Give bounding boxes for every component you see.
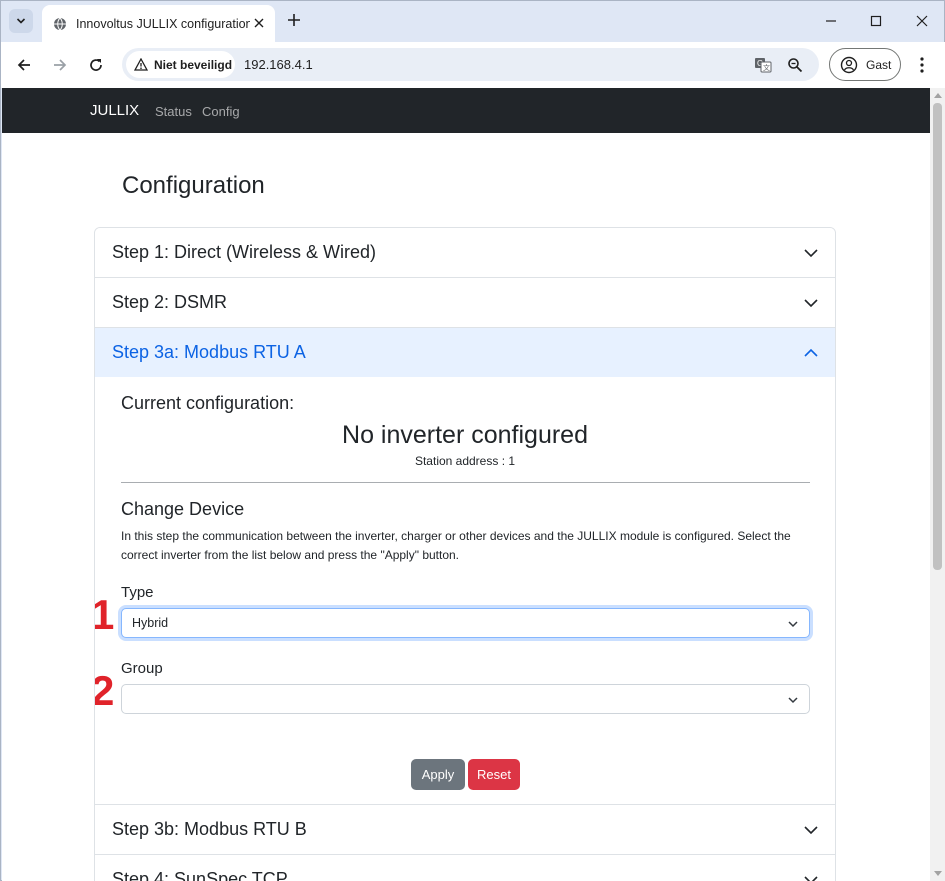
back-button[interactable]: [11, 52, 37, 78]
chevron-down-icon: [788, 621, 798, 628]
tab-title: Innovoltus JULLIX configuration: [76, 16, 250, 31]
reload-icon: [90, 59, 102, 71]
config-accordion: Step 1: Direct (Wireless & Wired) Step 2…: [94, 227, 836, 881]
close-tab-icon[interactable]: [251, 15, 267, 31]
chevron-down-icon: [804, 249, 818, 258]
accordion-item-step4: Step 4: SunSpec TCP: [95, 855, 835, 881]
type-select[interactable]: Hybrid: [121, 608, 810, 638]
page-scrollbar[interactable]: [930, 88, 945, 881]
globe-icon: [53, 17, 67, 31]
profile-button[interactable]: Gast: [829, 48, 901, 81]
accordion-item-step3a: Step 3a: Modbus RTU A Current configurat…: [95, 328, 835, 805]
accordion-item-step1: Step 1: Direct (Wireless & Wired): [95, 228, 835, 278]
security-chip[interactable]: Niet beveiligd: [126, 51, 235, 78]
forward-button[interactable]: [47, 52, 73, 78]
new-tab-button[interactable]: [284, 10, 304, 30]
arrow-right-icon: [54, 59, 67, 71]
reset-button[interactable]: Reset: [468, 759, 520, 790]
accordion-header-step4[interactable]: Step 4: SunSpec TCP: [95, 855, 835, 881]
annotation-marker-2: 2: [95, 667, 114, 715]
close-icon: [916, 15, 928, 27]
tab-strip: Innovoltus JULLIX configuration: [1, 1, 945, 42]
type-select-value: Hybrid: [132, 616, 169, 630]
svg-text:文: 文: [763, 63, 770, 72]
chevron-down-icon: [788, 697, 798, 704]
url-text[interactable]: 192.168.4.1: [244, 57, 313, 72]
translate-icon[interactable]: G文: [753, 55, 773, 75]
warning-triangle-icon: [134, 58, 148, 71]
accordion-title: Step 4: SunSpec TCP: [112, 869, 288, 881]
zoom-icon[interactable]: [785, 55, 805, 75]
security-label: Niet beveiligd: [154, 57, 233, 72]
minimize-button[interactable]: [814, 7, 848, 35]
inverter-status: No inverter configured: [342, 421, 588, 449]
arrow-left-icon: [17, 59, 30, 71]
accordion-title: Step 3b: Modbus RTU B: [112, 819, 307, 839]
chevron-down-icon: [804, 876, 818, 881]
maximize-button[interactable]: [859, 7, 893, 35]
accordion-item-step2: Step 2: DSMR: [95, 278, 835, 328]
guest-avatar-icon: [840, 56, 858, 73]
apply-button[interactable]: Apply: [411, 759, 465, 790]
scroll-up-arrow-icon[interactable]: [934, 93, 942, 98]
change-device-heading: Change Device: [121, 499, 245, 519]
maximize-icon: [870, 15, 882, 27]
chevron-up-icon: [804, 348, 818, 357]
accordion-title: Step 1: Direct (Wireless & Wired): [112, 242, 377, 262]
scrollbar-thumb[interactable]: [933, 103, 942, 570]
step-description: In this step the communication between t…: [121, 529, 791, 562]
annotation-marker-1: 1: [95, 591, 114, 639]
accordion-title: Step 3a: Modbus RTU A: [112, 342, 306, 362]
accordion-header-step1[interactable]: Step 1: Direct (Wireless & Wired): [95, 228, 835, 277]
close-window-button[interactable]: [905, 7, 939, 35]
browser-toolbar: Niet beveiligd 192.168.4.1 G文 Gast: [1, 42, 945, 88]
tab-search-button[interactable]: [9, 9, 33, 33]
scroll-down-arrow-icon[interactable]: [934, 871, 942, 876]
navbar-brand[interactable]: JULLIX: [90, 102, 139, 119]
browser-tab[interactable]: Innovoltus JULLIX configuration: [42, 5, 275, 42]
nav-link-status[interactable]: Status: [155, 104, 192, 119]
chevron-down-icon: [804, 299, 818, 308]
type-label: Type: [121, 584, 154, 601]
chevron-down-icon: [16, 18, 26, 24]
accordion-header-step3a[interactable]: Step 3a: Modbus RTU A: [95, 328, 835, 377]
accordion-item-step3b: Step 3b: Modbus RTU B: [95, 805, 835, 855]
kebab-menu-icon: [920, 57, 924, 73]
divider: [121, 482, 810, 483]
browser-window: Innovoltus JULLIX configuration Niet bev…: [0, 0, 945, 881]
page-title: Configuration: [122, 172, 265, 199]
accordion-header-step3b[interactable]: Step 3b: Modbus RTU B: [95, 805, 835, 854]
site-navbar: JULLIX Status Config: [2, 88, 930, 133]
page-viewport: JULLIX Status Config Configuration Step …: [2, 88, 930, 881]
plus-icon: [288, 14, 300, 26]
chevron-down-icon: [804, 826, 818, 835]
current-config-label: Current configuration:: [121, 393, 295, 413]
group-select[interactable]: [121, 684, 810, 714]
minimize-icon: [826, 20, 836, 22]
browser-menu-button[interactable]: [912, 52, 932, 78]
station-address: Station address : 1: [414, 454, 516, 468]
accordion-body-step3a: Current configuration: No inverter confi…: [95, 377, 835, 804]
nav-link-config[interactable]: Config: [202, 104, 240, 119]
reload-button[interactable]: [83, 52, 109, 78]
accordion-header-step2[interactable]: Step 2: DSMR: [95, 278, 835, 327]
profile-label: Gast: [866, 57, 892, 72]
group-label: Group: [121, 660, 163, 677]
accordion-title: Step 2: DSMR: [112, 292, 228, 312]
address-bar[interactable]: Niet beveiligd 192.168.4.1 G文: [122, 48, 819, 81]
